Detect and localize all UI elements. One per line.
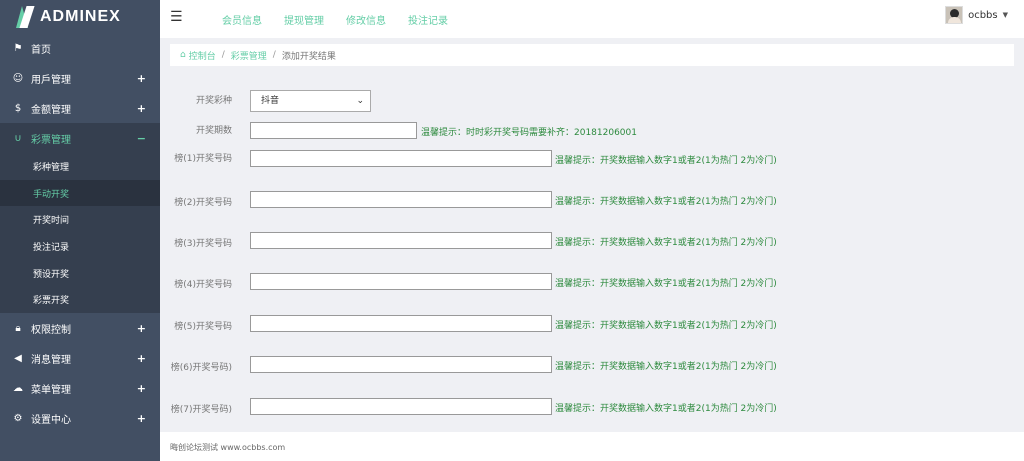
- user-name: ocbbs: [968, 9, 998, 21]
- menu-toggle-icon[interactable]: ☰: [170, 9, 183, 25]
- period-hint: 温馨提示：时时彩开奖号码需要补齐：20181206001: [421, 128, 637, 138]
- submenu-item-lottery-draw[interactable]: 彩票开奖: [0, 286, 160, 313]
- top-header: ☰ 会员信息 提现管理 修改信息 投注记录 ocbbs ▼: [160, 0, 1024, 38]
- flag-icon: ⚑: [13, 42, 23, 54]
- nav-link-withdrawals[interactable]: 提现管理: [284, 12, 324, 27]
- collapse-icon: −: [136, 131, 146, 145]
- logo[interactable]: ADMINEX: [0, 0, 160, 33]
- number-label: 榜(3)开奖号码: [174, 239, 232, 249]
- dollar-icon: $: [14, 102, 22, 114]
- sidebar-item-label: 首页: [31, 44, 51, 56]
- sidebar-item-label: 彩票管理: [31, 134, 71, 146]
- sidebar-item-lottery[interactable]: ∪ 彩票管理 −: [0, 123, 160, 153]
- sidebar-item-users[interactable]: ☺ 用戶管理 +: [0, 63, 160, 93]
- sidebar-item-label: 权限控制: [31, 324, 71, 336]
- footer-text: 晦创论坛测试 www.ocbbs.com: [170, 443, 286, 452]
- breadcrumb-separator: /: [272, 50, 276, 60]
- breadcrumb-current: 添加开奖结果: [281, 51, 336, 62]
- number-hint: 温馨提示：开奖数据输入数字1或者2(1为热门 2为冷门): [555, 238, 777, 248]
- breadcrumb-separator: /: [221, 50, 225, 60]
- number-input-2[interactable]: [250, 191, 552, 208]
- period-label: 开奖期数: [195, 126, 232, 136]
- expand-icon: +: [136, 411, 146, 425]
- number-hint: 温馨提示：开奖数据输入数字1或者2(1为热门 2为冷门): [555, 279, 777, 289]
- expand-icon: +: [136, 381, 146, 395]
- number-hint: 温馨提示：开奖数据输入数字1或者2(1为热门 2为冷门): [555, 404, 777, 414]
- sidebar: ADMINEX ⚑ 首页 ☺ 用戶管理 + $ 金额管理 + ∪ 彩票管理 − …: [0, 0, 160, 461]
- magnet-icon: ∪: [14, 132, 22, 144]
- number-hint: 温馨提示：开奖数据输入数字1或者2(1为热门 2为冷门): [555, 156, 777, 166]
- chevron-down-icon: ⌄: [356, 96, 364, 106]
- period-input[interactable]: [250, 122, 417, 139]
- breadcrumb-home[interactable]: 控制台: [189, 49, 216, 62]
- number-input-5[interactable]: [250, 315, 552, 332]
- draw-result-form: 开奖彩种 抖音 ⌄ 开奖期数 温馨提示：时时彩开奖号码需要补齐：20181206…: [170, 86, 1014, 432]
- nav-link-edit-info[interactable]: 修改信息: [346, 12, 386, 27]
- sidebar-item-settings[interactable]: ⚙ 设置中心 +: [0, 403, 160, 433]
- sidebar-item-home[interactable]: ⚑ 首页: [0, 33, 160, 63]
- submenu-item-preset-draw[interactable]: 预设开奖: [0, 260, 160, 287]
- expand-icon: +: [136, 101, 146, 115]
- sidebar-item-label: 消息管理: [31, 354, 71, 366]
- bullhorn-icon: ◀: [14, 352, 22, 364]
- sidebar-item-label: 金额管理: [31, 104, 71, 116]
- avatar: [945, 6, 964, 24]
- expand-icon: +: [136, 71, 146, 85]
- sidebar-item-menus[interactable]: ☁ 菜单管理 +: [0, 373, 160, 403]
- number-label: 榜(6)开奖号码): [170, 363, 232, 373]
- number-label: 榜(5)开奖号码: [174, 322, 232, 332]
- gear-icon: ⚙: [13, 412, 23, 424]
- cloud-icon: ☁: [13, 382, 23, 394]
- number-input-1[interactable]: [250, 150, 552, 167]
- number-hint: 温馨提示：开奖数据输入数字1或者2(1为热门 2为冷门): [555, 197, 777, 207]
- expand-icon: +: [136, 321, 146, 335]
- home-icon: ⌂: [180, 50, 186, 60]
- number-label: 榜(2)开奖号码: [174, 198, 232, 208]
- number-input-7[interactable]: [250, 398, 552, 415]
- lock-icon: 🔒︎: [15, 322, 21, 334]
- number-label: 榜(1)开奖号码: [174, 154, 232, 164]
- number-hint: 温馨提示：开奖数据输入数字1或者2(1为热门 2为冷门): [555, 321, 777, 331]
- submenu-item-lottery-types[interactable]: 彩种管理: [0, 153, 160, 180]
- expand-icon: +: [136, 351, 146, 365]
- brand-name: ADMINEX: [40, 7, 121, 25]
- number-label: 榜(7)开奖号码): [170, 405, 232, 415]
- user-menu[interactable]: ocbbs ▼: [945, 6, 1008, 24]
- smile-icon: ☺: [12, 72, 24, 84]
- top-nav: 会员信息 提现管理 修改信息 投注记录: [222, 12, 470, 27]
- sidebar-item-permissions[interactable]: 🔒︎ 权限控制 +: [0, 313, 160, 343]
- lottery-type-value: 抖音: [261, 96, 280, 106]
- sidebar-item-label: 菜单管理: [31, 384, 71, 396]
- number-input-6[interactable]: [250, 356, 552, 373]
- sidebar-item-label: 用戶管理: [31, 74, 71, 86]
- submenu-item-bet-records[interactable]: 投注记录: [0, 233, 160, 260]
- sidebar-item-label: 设置中心: [31, 414, 71, 426]
- footer: 晦创论坛测试 www.ocbbs.com: [160, 432, 1024, 461]
- number-hint: 温馨提示：开奖数据输入数字1或者2(1为热门 2为冷门): [555, 362, 777, 372]
- submenu-item-draw-time[interactable]: 开奖时间: [0, 206, 160, 233]
- number-label: 榜(4)开奖号码: [174, 280, 232, 290]
- nav-link-member-info[interactable]: 会员信息: [222, 12, 262, 27]
- nav-link-bet-records[interactable]: 投注记录: [408, 12, 448, 27]
- breadcrumb-parent[interactable]: 彩票管理: [231, 49, 267, 62]
- lottery-type-select[interactable]: 抖音 ⌄: [250, 90, 371, 112]
- sidebar-item-finance[interactable]: $ 金额管理 +: [0, 93, 160, 123]
- submenu-item-manual-draw[interactable]: 手动开奖: [0, 179, 160, 207]
- number-input-3[interactable]: [250, 232, 552, 249]
- lottery-submenu: 彩种管理 手动开奖 开奖时间 投注记录 预设开奖 彩票开奖: [0, 153, 160, 314]
- type-label: 开奖彩种: [195, 96, 232, 106]
- logo-icon: [14, 5, 35, 28]
- sidebar-item-messages[interactable]: ◀ 消息管理 +: [0, 343, 160, 373]
- breadcrumb: ⌂ 控制台 / 彩票管理 / 添加开奖结果: [170, 44, 1014, 66]
- number-input-4[interactable]: [250, 273, 552, 290]
- chevron-down-icon: ▼: [1002, 11, 1008, 19]
